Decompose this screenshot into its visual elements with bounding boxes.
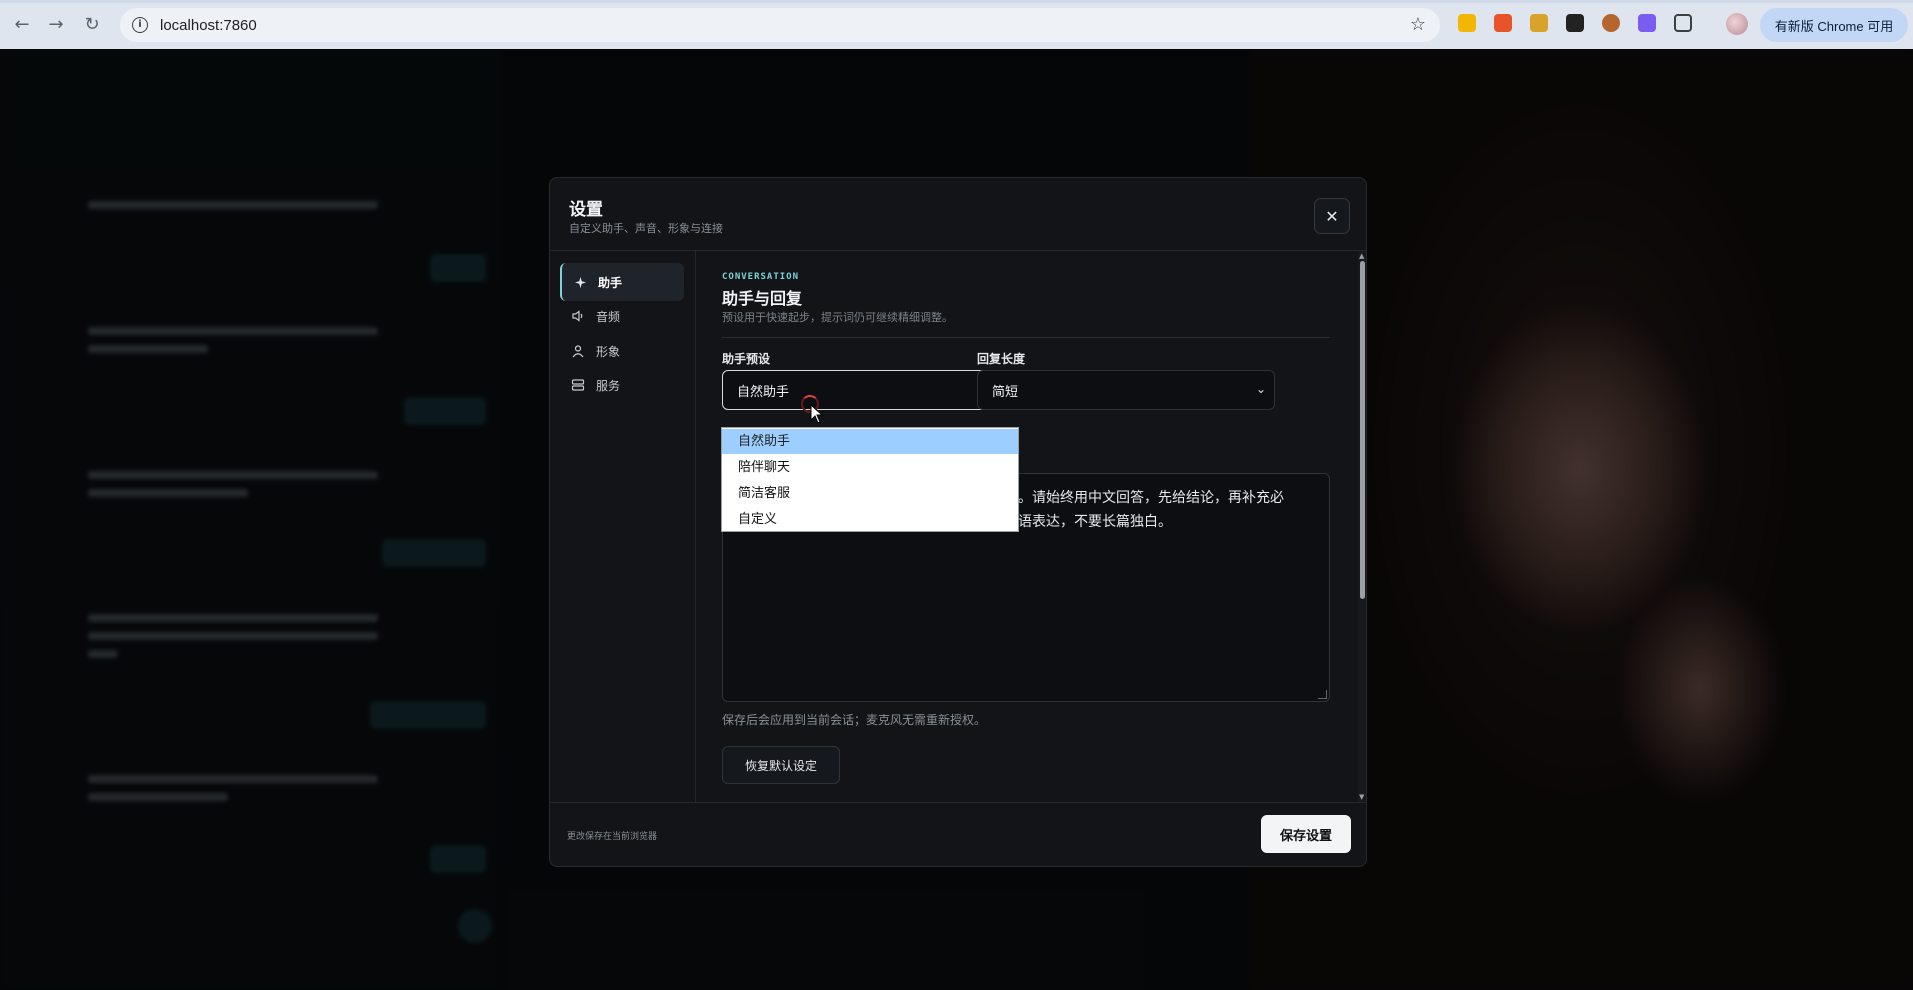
nav-item-audio[interactable]: 音频 (560, 297, 684, 335)
site-info-icon[interactable]: i (132, 17, 148, 33)
nav-item-label: 音频 (596, 309, 621, 324)
footer-note: 更改保存在当前浏览器 (567, 832, 658, 842)
section-description: 预设用于快速起步，提示词仍可继续精细调整。 (722, 311, 953, 324)
forward-icon[interactable]: → (44, 12, 68, 36)
tab-strip (0, 0, 1913, 3)
dialog-title: 设置 (569, 200, 603, 220)
preset-label: 助手预设 (722, 352, 771, 366)
mouse-cursor-icon (810, 404, 824, 424)
section-title: 助手与回复 (722, 289, 803, 308)
reply-length-label: 回复长度 (977, 352, 1026, 366)
bookmark-star-icon[interactable]: ☆ (1410, 14, 1426, 35)
extension-icon[interactable] (1494, 14, 1512, 32)
scroll-down-icon[interactable]: ▼ (1359, 793, 1364, 801)
save-hint: 保存后会应用到当前会话；麦克风无需重新授权。 (722, 713, 987, 727)
dialog-header: 设置 自定义助手、声音、形象与连接 ✕ (550, 178, 1366, 251)
speaker-icon (570, 308, 586, 324)
divider (722, 337, 1330, 338)
reply-length-select[interactable]: 简短 ⌄ (977, 370, 1275, 410)
nav-item-label: 服务 (596, 378, 621, 393)
chrome-update-button[interactable]: 有新版 Chrome 可用 (1760, 8, 1908, 42)
nav-item-avatar[interactable]: 形象 (560, 332, 684, 370)
nav-item-label: 助手 (598, 275, 623, 290)
browser-toolbar: ← → ↻ i localhost:7860 ☆ 有新版 Chrome 可用 (0, 0, 1913, 49)
settings-nav: 助手 音频 形象 服务 (550, 251, 696, 802)
dropdown-option[interactable]: 陪伴聊天 (722, 455, 1018, 480)
section-eyebrow: CONVERSATION (722, 272, 800, 282)
nav-item-assistant[interactable]: 助手 (560, 263, 684, 301)
extension-icon[interactable] (1458, 14, 1476, 32)
reload-icon[interactable]: ↻ (80, 12, 104, 36)
back-icon[interactable]: ← (10, 12, 34, 36)
profile-avatar[interactable] (1726, 13, 1748, 35)
extension-icon[interactable] (1638, 14, 1656, 32)
dialog-footer: 更改保存在当前浏览器 保存设置 (550, 802, 1366, 866)
nav-item-label: 形象 (596, 344, 621, 359)
scrollbar-thumb[interactable] (1360, 261, 1365, 599)
extension-icon[interactable] (1566, 14, 1584, 32)
scroll-up-icon[interactable]: ▲ (1359, 252, 1364, 260)
preset-select-value: 自然助手 (737, 384, 790, 400)
reset-defaults-button[interactable]: 恢复默认设定 (722, 746, 840, 784)
close-button[interactable]: ✕ (1314, 198, 1350, 234)
nav-item-services[interactable]: 服务 (560, 366, 684, 404)
url-text[interactable]: localhost:7860 (160, 17, 257, 34)
close-icon: ✕ (1325, 206, 1339, 226)
dropdown-option[interactable]: 简洁客服 (722, 481, 1018, 506)
server-icon (570, 377, 586, 393)
address-bar[interactable]: i localhost:7860 ☆ (120, 8, 1440, 42)
dropdown-option[interactable]: 自定义 (722, 507, 1018, 532)
dialog-subtitle: 自定义助手、声音、形象与连接 (569, 222, 723, 235)
preset-select[interactable]: 自然助手 ⌄ (722, 370, 1018, 410)
resize-handle[interactable] (1318, 690, 1327, 699)
dropdown-option[interactable]: 自然助手 (722, 429, 1018, 454)
person-icon (570, 343, 586, 359)
extension-icon[interactable] (1530, 14, 1548, 32)
save-settings-button[interactable]: 保存设置 (1261, 815, 1351, 853)
chevron-down-icon: ⌄ (1255, 382, 1266, 396)
sparkle-icon (572, 274, 588, 290)
reply-length-select-value: 简短 (992, 384, 1019, 400)
extension-icon[interactable] (1602, 14, 1620, 32)
content-scrollbar[interactable]: ▲ ▼ (1358, 251, 1366, 802)
extensions-puzzle-icon[interactable] (1674, 14, 1692, 32)
preset-dropdown-list: 自然助手 陪伴聊天 简洁客服 自定义 (721, 427, 1019, 532)
